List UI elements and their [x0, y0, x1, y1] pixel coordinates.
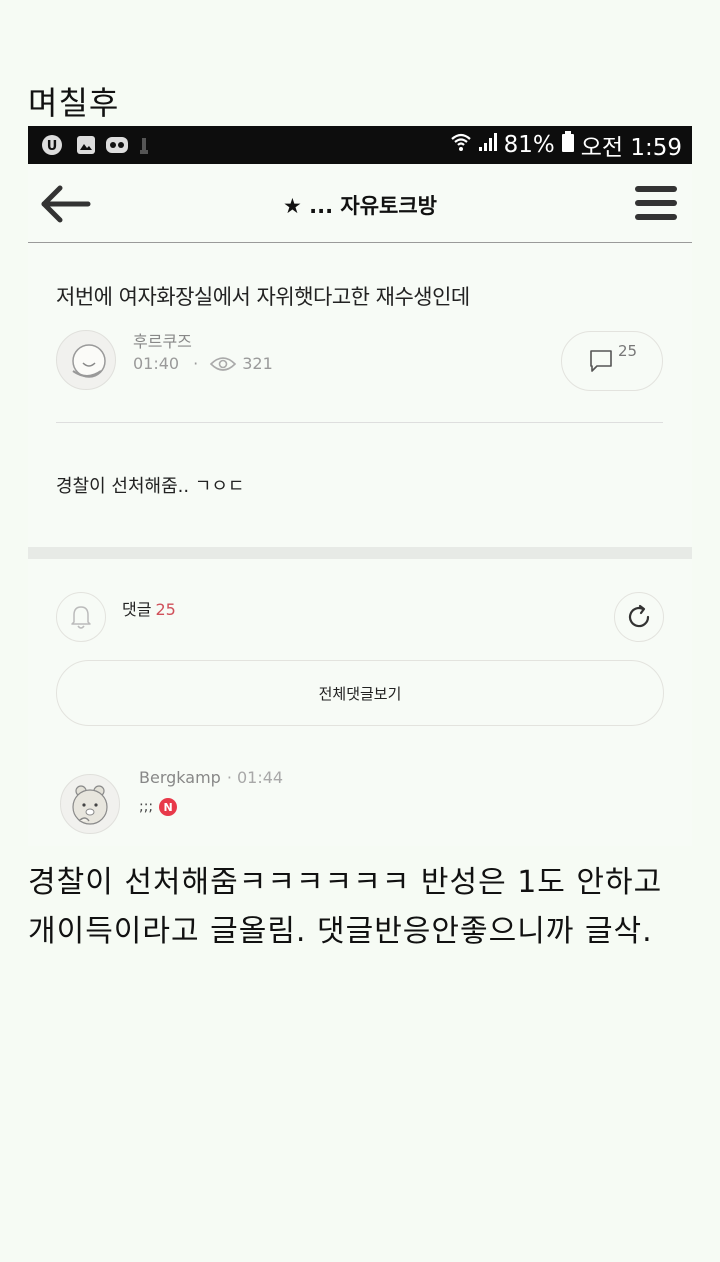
- signal-icon: [478, 132, 498, 158]
- view-all-comments-button[interactable]: 전체댓글보기: [56, 660, 664, 726]
- comments-header: 댓글 25: [122, 596, 176, 620]
- notification-button[interactable]: [56, 592, 106, 642]
- menu-button[interactable]: [634, 184, 678, 222]
- comment-bubble-icon: [588, 348, 614, 378]
- post-author[interactable]: 후르쿠즈: [133, 328, 192, 352]
- post-body: 경찰이 선처해줌.. ㄱㅇㄷ: [56, 476, 245, 497]
- author-avatar[interactable]: [56, 330, 116, 390]
- comment-meta: Bergkamp · 01:44: [139, 768, 283, 787]
- comments-label: 댓글: [122, 600, 152, 619]
- commenter-avatar[interactable]: [60, 774, 120, 834]
- battery-icon: [561, 131, 575, 159]
- app-screenshot: U 81% 오전 1:59 ★ ... 자유토크방 저번에 여자화장실에서 자위…: [28, 126, 692, 846]
- divider: [56, 422, 663, 423]
- new-badge: N: [159, 798, 178, 816]
- caption-bottom: 경찰이 선처해줌ㅋㅋㅋㅋㅋㅋ 반성은 1도 안하고 개이득이라고 글올림. 댓글…: [28, 865, 663, 949]
- post-meta: 01:40 · 321: [133, 354, 273, 373]
- battery-percent: 81%: [503, 132, 555, 158]
- refresh-button[interactable]: [614, 592, 664, 642]
- comment-separator: ·: [226, 768, 232, 787]
- eye-icon: [210, 355, 237, 373]
- comment-time: 01:44: [237, 768, 284, 787]
- meta-separator: ·: [193, 354, 199, 373]
- wifi-icon: [450, 131, 472, 159]
- status-right: 81% 오전 1:59: [450, 130, 682, 161]
- comment-count-button[interactable]: 25: [561, 331, 663, 391]
- image-icon: [76, 134, 96, 160]
- comments-count: 25: [155, 600, 176, 619]
- comment-text: ;;;: [139, 799, 154, 815]
- u-plus-icon: U: [40, 134, 64, 160]
- comment-content: ;;; N: [139, 798, 178, 816]
- comment-author[interactable]: Bergkamp: [139, 768, 221, 787]
- comment-count: 25: [618, 342, 638, 360]
- media-icon: [105, 134, 129, 160]
- refresh-icon: [626, 604, 652, 634]
- svg-text:U: U: [47, 139, 58, 154]
- clock: 오전 1:59: [580, 135, 682, 161]
- section-divider: [28, 547, 692, 559]
- view-count: 321: [242, 354, 273, 373]
- bell-icon: [69, 603, 93, 635]
- post-time: 01:40: [133, 354, 180, 373]
- status-bar: U 81% 오전 1:59: [28, 126, 692, 164]
- hamburger-menu-icon: [634, 186, 678, 226]
- usb-icon: [139, 138, 149, 160]
- post-title: 저번에 여자화장실에서 자위햇다고한 재수생인데: [56, 285, 470, 309]
- caption-top: 며칠후: [28, 84, 120, 122]
- board-title: ★ ... 자유토크방: [283, 194, 437, 218]
- app-bar: ★ ... 자유토크방: [28, 164, 692, 243]
